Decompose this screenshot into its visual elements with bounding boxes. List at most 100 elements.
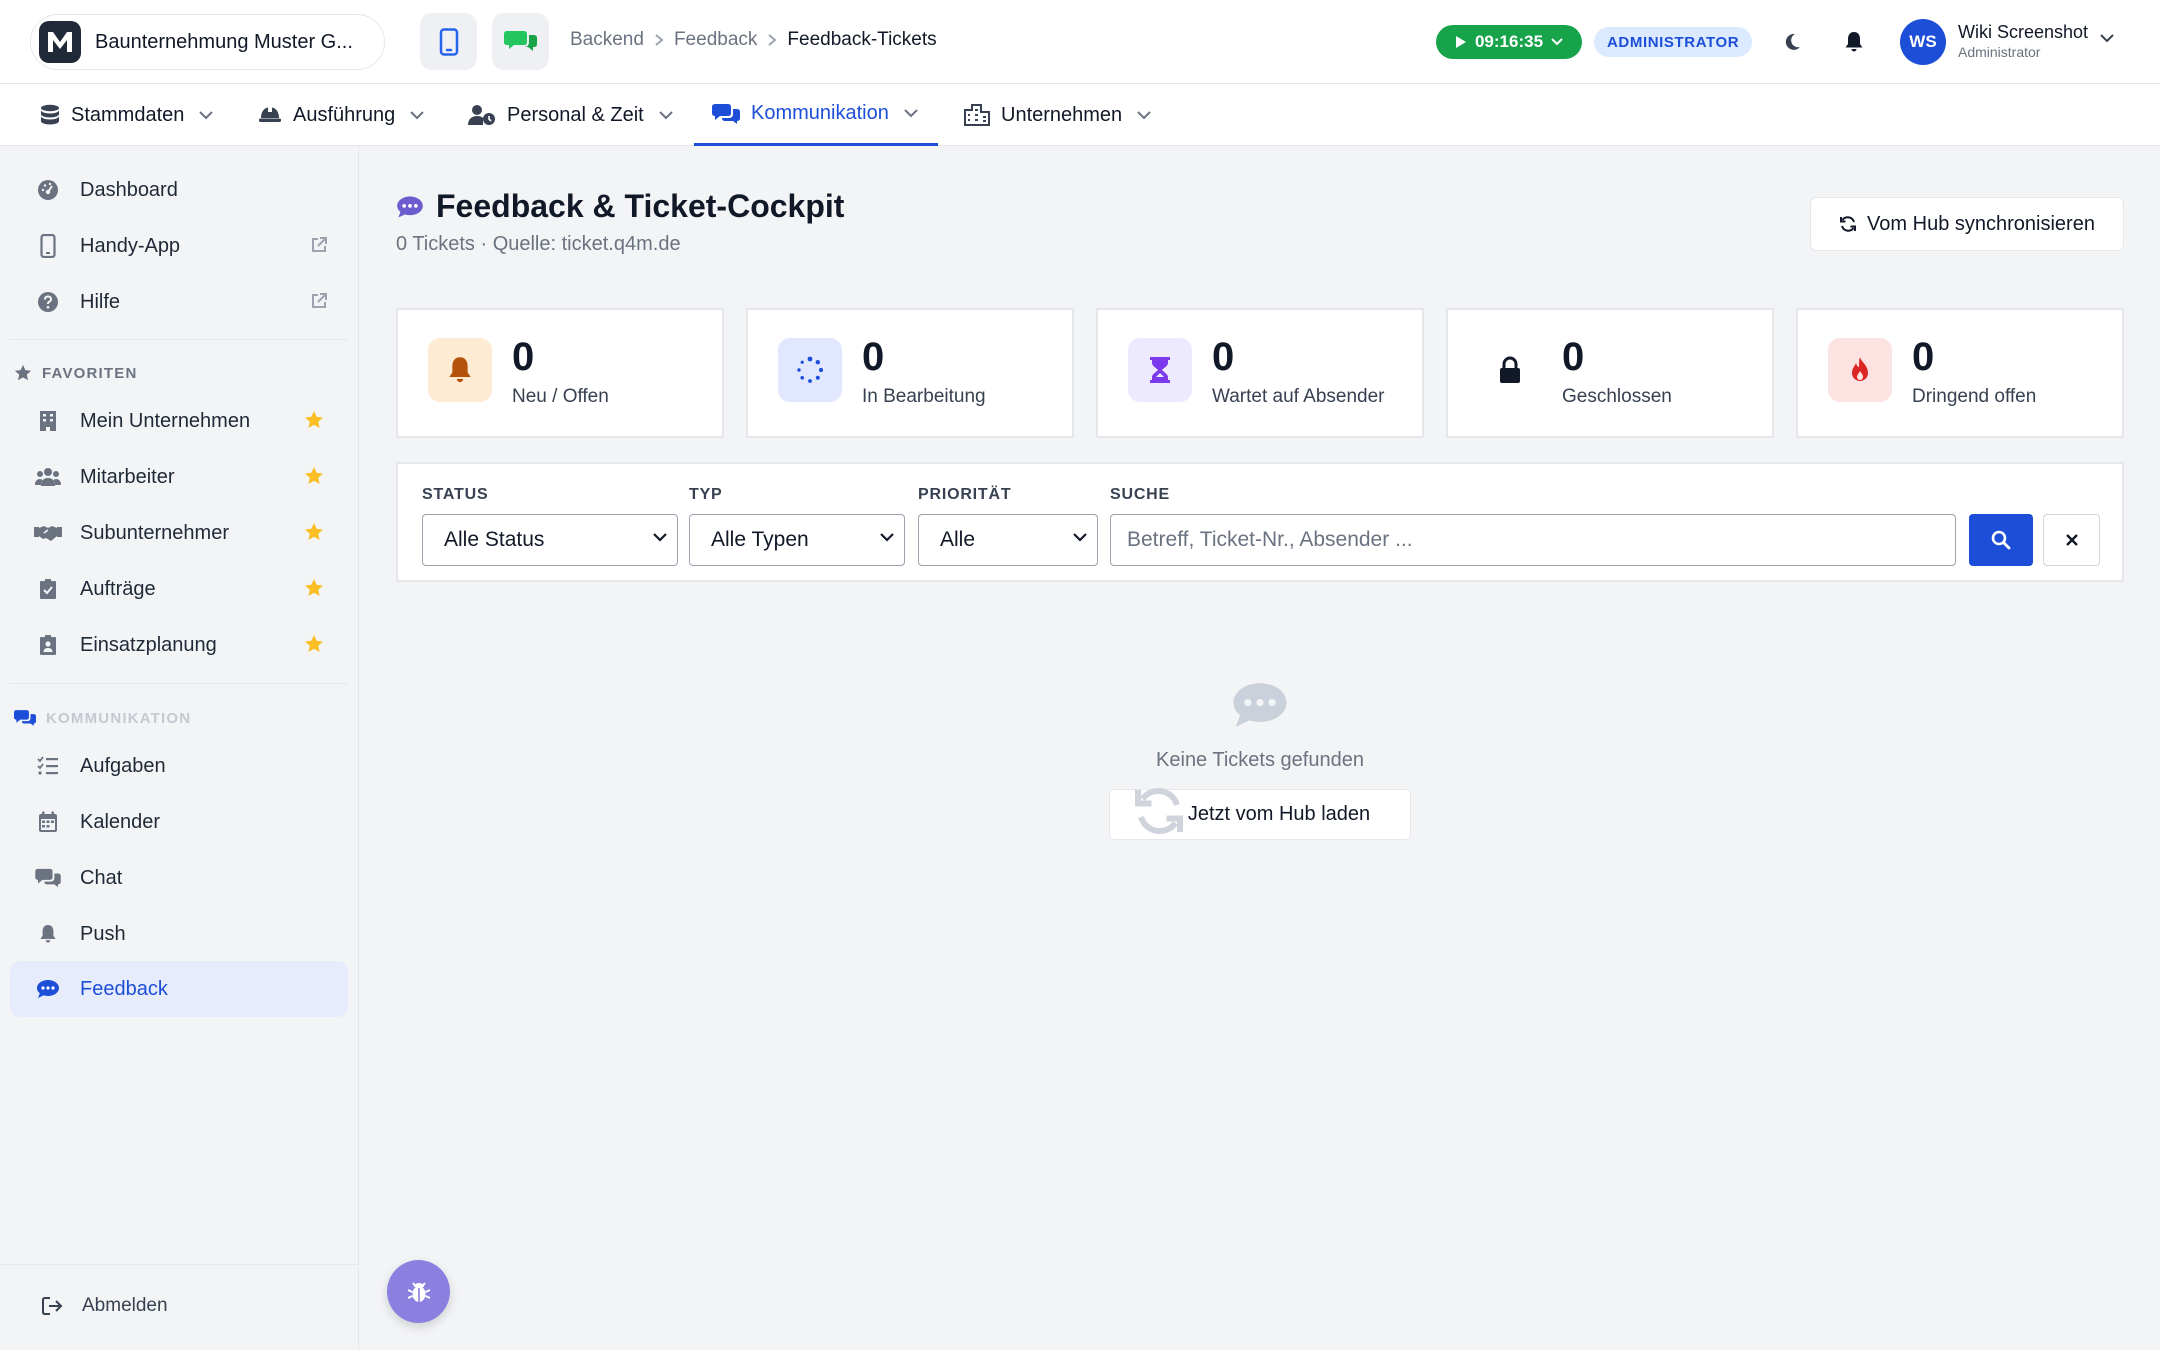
- company-switcher[interactable]: Baunternehmung Muster G...: [30, 14, 385, 70]
- chevron-down-icon[interactable]: [2100, 34, 2114, 43]
- sidebar-item-kalender[interactable]: Kalender: [10, 794, 348, 850]
- priority-select[interactable]: Alle: [918, 514, 1098, 566]
- breadcrumb-feedback[interactable]: Feedback: [674, 29, 757, 51]
- stat-value: 0: [1562, 335, 1585, 379]
- status-filter-label: STATUS: [422, 486, 489, 503]
- logout-label: Abmelden: [82, 1295, 168, 1316]
- search-button[interactable]: [1969, 514, 2033, 566]
- sidebar-item-label: Mein Unternehmen: [80, 409, 251, 432]
- chevron-down-icon: [904, 109, 918, 118]
- search-input[interactable]: Betreff, Ticket-Nr., Absender ...: [1110, 514, 1956, 566]
- lock-icon: [1478, 338, 1542, 402]
- sidebar-item-hilfe[interactable]: Hilfe: [10, 274, 348, 330]
- clipboard-check-icon: [34, 578, 62, 600]
- chevron-down-icon: [1137, 110, 1151, 119]
- stat-label: Dringend offen: [1912, 386, 2037, 407]
- avatar[interactable]: WS: [1900, 19, 1946, 65]
- comments-icon: [712, 103, 740, 124]
- favorites-section-title: FAVORITEN: [14, 364, 138, 382]
- nav-personal-zeit[interactable]: Personal & Zeit: [468, 84, 673, 146]
- star-icon[interactable]: [304, 634, 324, 654]
- chat-button[interactable]: [492, 13, 549, 70]
- nav-ausfuehrung[interactable]: Ausführung: [258, 84, 425, 146]
- type-select[interactable]: Alle Typen: [689, 514, 905, 566]
- search-icon: [1991, 530, 2011, 550]
- nav-kommunikation[interactable]: Kommunikation: [694, 84, 938, 146]
- sidebar-item-chat[interactable]: Chat: [10, 850, 348, 906]
- stat-card-neu-offen[interactable]: 0 Neu / Offen: [396, 308, 724, 438]
- clipboard-user-icon: [34, 634, 62, 656]
- comments-icon: [34, 868, 62, 888]
- stat-value: 0: [862, 335, 885, 379]
- sidebar-item-label: Mitarbeiter: [80, 465, 175, 488]
- sidebar-item-mein-unternehmen[interactable]: Mein Unternehmen: [10, 393, 348, 449]
- load-from-hub-button[interactable]: Jetzt vom Hub laden: [1109, 787, 1411, 840]
- sidebar-item-mitarbeiter[interactable]: Mitarbeiter: [10, 449, 348, 505]
- stat-card-dringend[interactable]: 0 Dringend offen: [1796, 308, 2124, 438]
- type-filter-label: TYP: [689, 486, 723, 503]
- breadcrumb: Backend Feedback Feedback-Tickets: [570, 29, 937, 51]
- comments-icon: [14, 710, 36, 726]
- chevron-right-icon: [654, 33, 664, 47]
- comment-dots-icon: [397, 196, 423, 217]
- star-icon[interactable]: [304, 410, 324, 430]
- list-check-icon: [34, 756, 62, 776]
- user-name[interactable]: Wiki Screenshot: [1958, 22, 2088, 43]
- top-bar: Baunternehmung Muster G... Backend Feedb…: [0, 0, 2160, 84]
- sidebar-item-label: Hilfe: [80, 290, 121, 313]
- logout-button[interactable]: Abmelden: [42, 1295, 168, 1317]
- comment-dots-icon: [1231, 680, 1289, 730]
- sync-hub-button[interactable]: Vom Hub synchronisieren: [1810, 197, 2124, 251]
- page-subtitle: 0 Tickets · Quelle: ticket.q4m.de: [396, 233, 681, 255]
- stat-card-in-bearbeitung[interactable]: 0 In Bearbeitung: [746, 308, 1074, 438]
- sidebar-item-label: Einsatzplanung: [80, 633, 217, 656]
- chevron-down-icon: [659, 110, 673, 119]
- star-icon[interactable]: [304, 522, 324, 542]
- timer-value: 09:16:35: [1474, 32, 1544, 51]
- clear-filter-button[interactable]: [2043, 514, 2100, 566]
- empty-state-text: Keine Tickets gefunden: [1156, 749, 1364, 771]
- time-tracker-button[interactable]: 09:16:35: [1436, 25, 1582, 59]
- stat-label: Geschlossen: [1562, 386, 1672, 407]
- star-icon: [14, 364, 32, 381]
- sidebar-item-handy-app[interactable]: Handy-App: [10, 218, 348, 274]
- star-icon[interactable]: [304, 466, 324, 486]
- sidebar-item-label: Handy-App: [80, 234, 181, 257]
- sidebar-item-subunternehmer[interactable]: Subunternehmer: [10, 505, 348, 561]
- mobile-app-button[interactable]: [420, 13, 477, 70]
- stat-label: Wartet auf Absender: [1212, 386, 1385, 407]
- refresh-icon: [1840, 216, 1857, 232]
- chevron-down-icon: [1551, 38, 1563, 46]
- nav-unternehmen[interactable]: Unternehmen: [964, 84, 1151, 146]
- sidebar-item-dashboard[interactable]: Dashboard: [10, 162, 348, 218]
- star-icon[interactable]: [304, 578, 324, 598]
- hourglass-icon: [1128, 338, 1192, 402]
- nav-stammdaten[interactable]: Stammdaten: [40, 84, 214, 146]
- stat-card-geschlossen[interactable]: 0 Geschlossen: [1446, 308, 1774, 438]
- nav-label: Kommunikation: [751, 102, 889, 124]
- spinner-icon: [778, 338, 842, 402]
- sidebar-item-einsatzplanung[interactable]: Einsatzplanung: [10, 617, 348, 673]
- sidebar-item-push[interactable]: Push: [10, 906, 348, 962]
- load-button-label: Jetzt vom Hub laden: [1187, 803, 1371, 825]
- sidebar-item-label: Push: [80, 922, 126, 945]
- play-icon: [1455, 36, 1466, 48]
- dark-mode-toggle[interactable]: [1776, 26, 1808, 58]
- sidebar-item-label: Feedback: [80, 977, 168, 1000]
- sidebar-item-feedback[interactable]: Feedback: [10, 961, 348, 1017]
- bug-report-button[interactable]: [387, 1260, 450, 1323]
- sidebar-item-auftraege[interactable]: Aufträge: [10, 561, 348, 617]
- bell-icon: [34, 924, 62, 944]
- question-circle-icon: [34, 291, 62, 313]
- stat-card-wartet[interactable]: 0 Wartet auf Absender: [1096, 308, 1424, 438]
- sidebar: Dashboard Handy-App Hilfe FAVORITEN Mein…: [0, 146, 359, 1350]
- sidebar-item-aufgaben[interactable]: Aufgaben: [10, 738, 348, 794]
- nav-label: Ausführung: [293, 103, 396, 126]
- notifications-button[interactable]: [1838, 26, 1870, 58]
- filter-panel: STATUS Alle Status TYP Alle Typen PRIORI…: [396, 462, 2124, 582]
- close-icon: [2065, 534, 2078, 546]
- status-select[interactable]: Alle Status: [422, 514, 678, 566]
- breadcrumb-backend[interactable]: Backend: [570, 29, 644, 51]
- nav-label: Unternehmen: [1001, 103, 1123, 126]
- search-filter-label: SUCHE: [1110, 486, 1171, 503]
